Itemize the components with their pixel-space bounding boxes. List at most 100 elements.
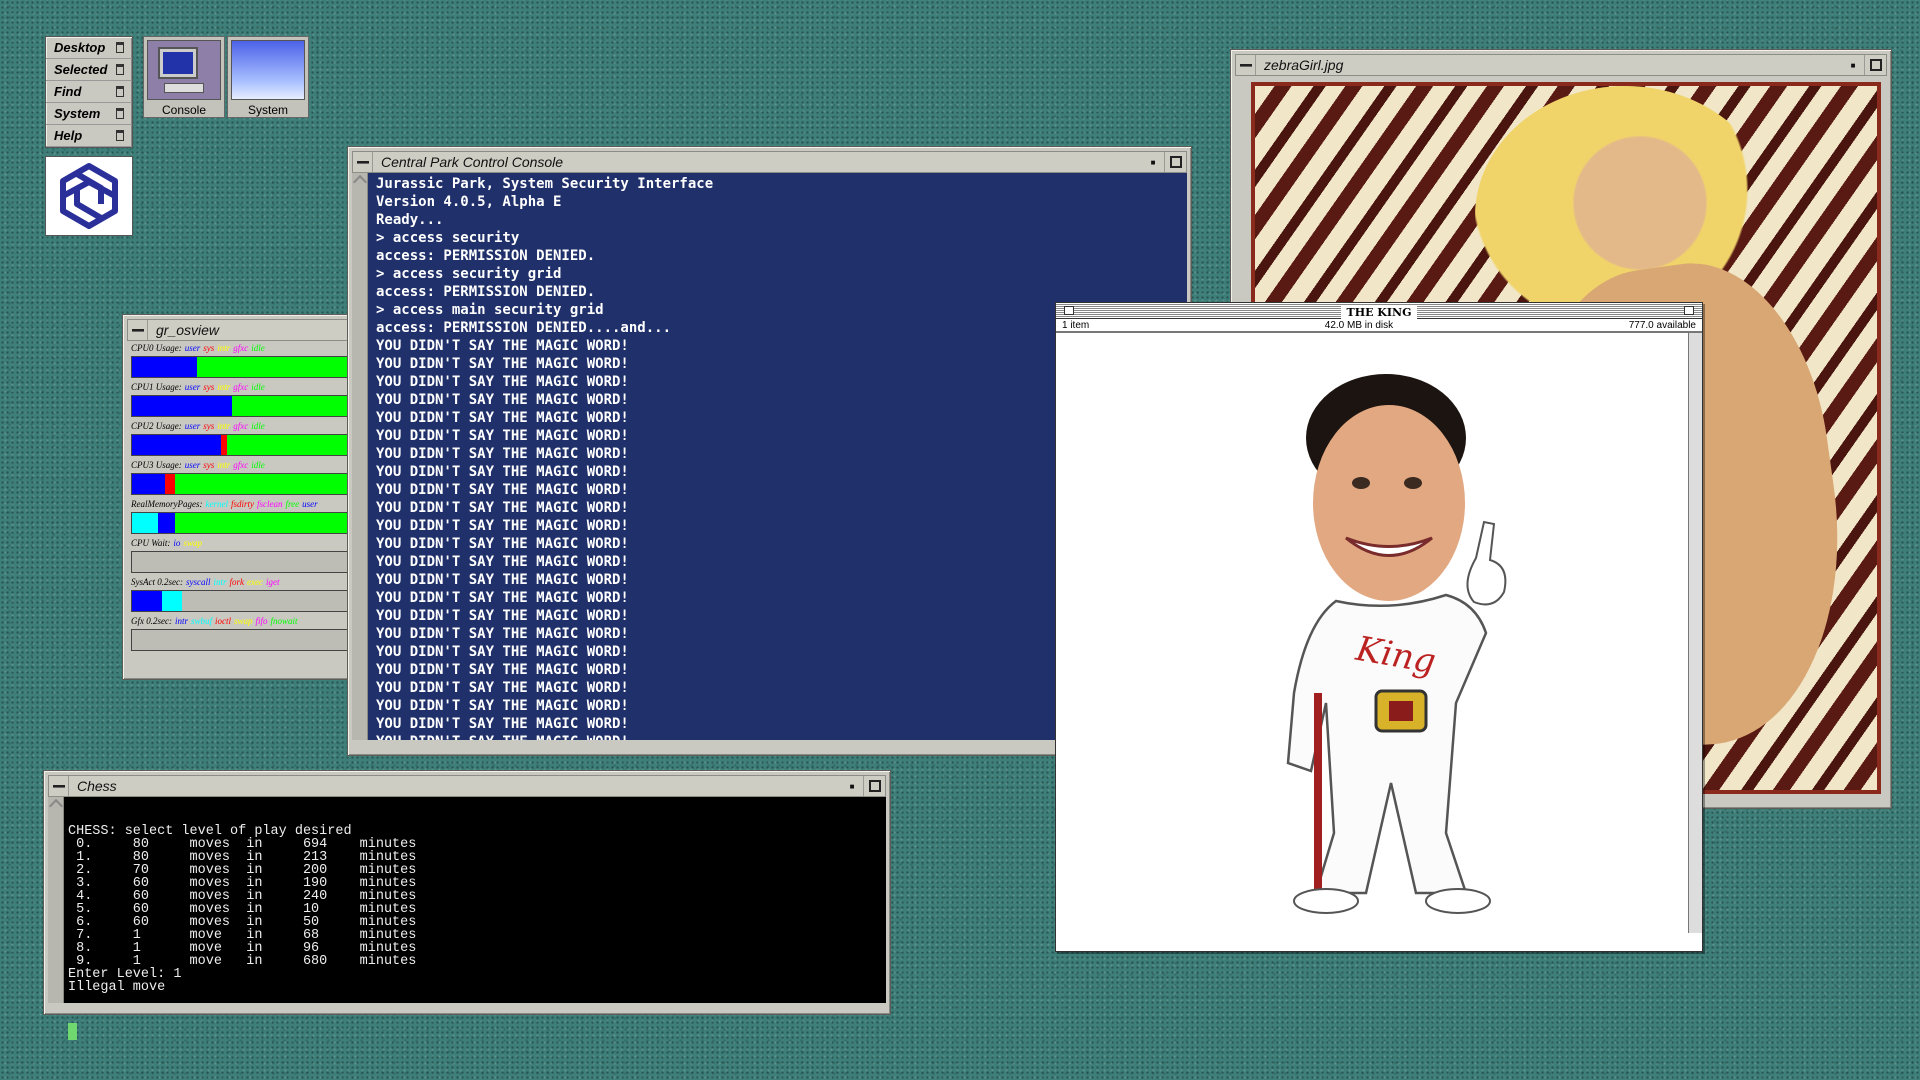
osview-legend-item: gfxc <box>233 382 249 392</box>
tear-off-icon[interactable] <box>116 86 124 97</box>
osview-bar-segment <box>175 513 349 533</box>
minimize-icon[interactable]: ■ <box>1142 152 1164 172</box>
osview-legend-item: intr <box>213 577 227 587</box>
osview-legend-item: intr <box>217 421 231 431</box>
king-caricature: King <box>1056 333 1688 933</box>
close-box-icon[interactable] <box>1064 306 1074 315</box>
finder-info-bar: 1 item 42.0 MB in disk 777.0 available <box>1056 319 1702 333</box>
disk-usage: 42.0 MB in disk <box>1324 319 1394 331</box>
console-monitor-icon <box>147 40 221 100</box>
zoom-box-icon[interactable] <box>1684 306 1694 315</box>
toolchest-item-label: Selected <box>54 62 108 77</box>
tear-off-icon[interactable] <box>116 108 124 119</box>
window-title: THE KING <box>1340 306 1418 319</box>
osview-legend-item: io <box>173 538 181 548</box>
maximize-icon[interactable] <box>863 776 885 796</box>
the-king-finder-window[interactable]: THE KING 1 item 42.0 MB in disk 777.0 av… <box>1055 302 1703 952</box>
osview-legend-item: user <box>184 460 201 470</box>
toolchest-item-find[interactable]: Find <box>46 81 132 103</box>
console-titlebar[interactable]: Central Park Control Console ■ <box>352 151 1187 173</box>
disk-available: 777.0 available <box>1628 319 1696 331</box>
osview-row-label: CPU0 Usage: user sys intr gfxc idle <box>131 343 265 353</box>
minimize-icon[interactable]: ■ <box>1842 55 1864 75</box>
tear-off-icon[interactable] <box>116 130 124 141</box>
osview-bar <box>131 356 350 378</box>
system-desktop-icon[interactable]: System <box>227 36 309 118</box>
toolchest-item-desktop[interactable]: Desktop <box>46 37 132 59</box>
osview-legend-item: user <box>184 421 201 431</box>
window-title: Central Park Control Console <box>381 154 564 170</box>
chess-titlebar[interactable]: Chess ■ <box>48 775 886 797</box>
osview-bar-segment <box>132 435 221 455</box>
osview-legend-item: fsclean <box>257 499 283 509</box>
osview-legend-item: sys <box>203 460 215 470</box>
console-desktop-icon[interactable]: Console <box>143 36 225 118</box>
system-icon-label: System <box>247 103 288 117</box>
toolchest-item-system[interactable]: System <box>46 103 132 125</box>
window-title: zebraGirl.jpg <box>1264 57 1344 73</box>
chess-terminal[interactable]: CHESS: select level of play desired 0. 8… <box>64 797 886 1040</box>
osview-titlebar[interactable]: gr_osview <box>127 319 354 341</box>
console-line: > access security <box>376 230 520 246</box>
osview-row-label: CPU2 Usage: user sys intr gfxc idle <box>131 421 265 431</box>
sgi-cube-icon <box>60 163 118 229</box>
osview-legend-item: intr <box>217 343 231 353</box>
osview-bar-segment <box>158 513 176 533</box>
osview-legend-item: sys <box>203 343 215 353</box>
sgi-logo[interactable] <box>45 156 133 236</box>
osview-row-label: CPU3 Usage: user sys intr gfxc idle <box>131 460 265 470</box>
osview-legend-item: swap <box>234 616 253 626</box>
osview-legend-item: idle <box>251 343 265 353</box>
osview-legend-item: gfxc <box>233 421 249 431</box>
finder-scrollbar[interactable] <box>1688 333 1702 933</box>
console-line: Jurassic Park, System Security Interface <box>376 176 714 192</box>
item-count: 1 item <box>1062 319 1090 331</box>
toolchest-item-selected[interactable]: Selected <box>46 59 132 81</box>
osview-legend-item: kernel <box>205 499 228 509</box>
osview-bar-segment <box>197 357 349 377</box>
osview-row-label: RealMemoryPages: kernel fsdirty fsclean free… <box>131 499 318 509</box>
text-cursor <box>68 1023 77 1040</box>
window-menu-icon[interactable] <box>353 152 373 172</box>
window-menu-icon[interactable] <box>49 776 69 796</box>
osview-legend-item: user <box>302 499 318 509</box>
toolchest-item-help[interactable]: Help <box>46 125 132 147</box>
osview-legend-item: free <box>285 499 300 509</box>
tear-off-icon[interactable] <box>116 42 124 53</box>
osview-window[interactable]: gr_osview CPU0 Usage: user sys intr gfxc idle… <box>122 314 359 680</box>
osview-bar-segment <box>175 474 349 494</box>
toolchest-item-label: System <box>54 106 101 121</box>
tear-off-icon[interactable] <box>116 64 124 75</box>
window-menu-icon[interactable] <box>128 320 148 340</box>
osview-legend-item: fork <box>229 577 245 587</box>
console-line: access: PERMISSION DENIED. <box>376 248 596 264</box>
console-line: Version 4.0.5, Alpha E <box>376 194 562 210</box>
osview-bar <box>131 434 350 456</box>
window-menu-icon[interactable] <box>1236 55 1256 75</box>
osview-legend-item: intr <box>217 460 231 470</box>
chess-output: CHESS: select level of play desired 0. 8… <box>68 824 417 995</box>
osview-panel: CPU0 Usage: user sys intr gfxc idle CPU1 Usage… <box>127 341 354 657</box>
chess-scrollbar[interactable] <box>48 797 64 1003</box>
osview-legend-item: gfxc <box>233 343 249 353</box>
console-scrollbar[interactable] <box>352 173 368 740</box>
toolchest-item-label: Help <box>54 128 83 143</box>
osview-legend-item: fnowait <box>270 616 298 626</box>
osview-bar <box>131 395 350 417</box>
maximize-icon[interactable] <box>1164 152 1186 172</box>
toolchest-item-label: Find <box>54 84 82 99</box>
osview-legend-item: exec <box>247 577 263 587</box>
osview-legend-item: fifo <box>255 616 268 626</box>
minimize-icon[interactable]: ■ <box>841 776 863 796</box>
window-title: Chess <box>77 778 117 794</box>
osview-bar-segment <box>132 474 165 494</box>
zebra-titlebar[interactable]: zebraGirl.jpg ■ <box>1235 54 1887 76</box>
osview-row-label: CPU1 Usage: user sys intr gfxc idle <box>131 382 265 392</box>
chess-window[interactable]: Chess ■ CHESS: select level of play desi… <box>43 770 891 1040</box>
finder-titlebar[interactable]: THE KING <box>1056 303 1702 319</box>
maximize-icon[interactable] <box>1864 55 1886 75</box>
osview-legend-item: intr <box>174 616 188 626</box>
toolchest: Desktop Selected Find System Help <box>45 36 133 148</box>
osview-bar <box>131 590 350 612</box>
osview-legend-item: swbuf <box>191 616 213 626</box>
